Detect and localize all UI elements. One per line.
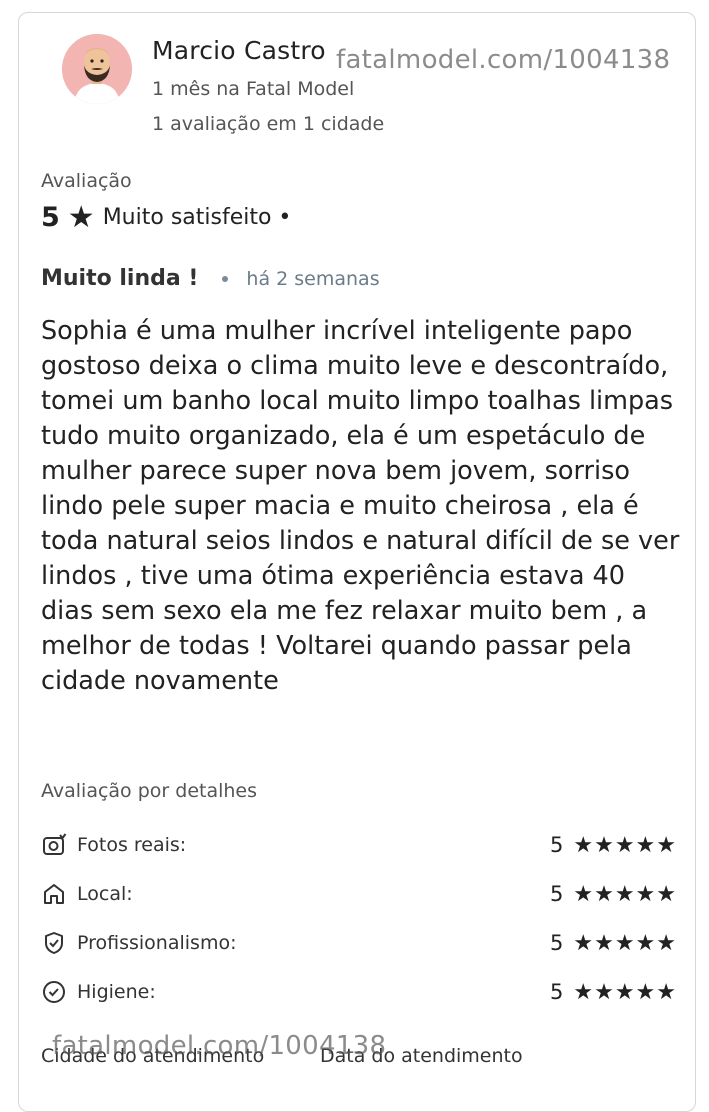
avatar[interactable] [62, 34, 132, 104]
detail-label: Higiene: [77, 981, 156, 1003]
overall-rating: 5 ★ Muito satisfeito • [41, 202, 291, 233]
reviewer-name[interactable]: Marcio Castro [152, 36, 326, 65]
star-icon: ★ [67, 199, 95, 235]
star-rating: ★★★★★ [573, 881, 677, 907]
detail-label: Local: [77, 883, 133, 905]
dot-separator [222, 275, 229, 282]
reviewer-summary: 1 avaliação em 1 cidade [152, 113, 385, 135]
review-time: há 2 semanas [246, 267, 380, 290]
review-body: Sophia é uma mulher incrível inteligente… [41, 316, 680, 696]
review-header: Muito linda ! há 2 semanas [41, 266, 380, 291]
satisfaction-text: Muito satisfeito • [102, 205, 292, 230]
detail-label: Fotos reais: [77, 834, 187, 856]
star-rating: ★★★★★ [573, 979, 677, 1005]
check-circle-icon [41, 979, 67, 1005]
camera-icon [41, 832, 67, 858]
detail-label: Profissionalismo: [77, 932, 237, 954]
rating-score: 5 [41, 202, 60, 233]
star-rating: ★★★★★ [573, 832, 677, 858]
detail-score: 5 [550, 931, 564, 955]
detail-row-higiene: Higiene: 5 ★★★★★ [41, 977, 677, 1007]
rating-label: Avaliação [41, 170, 132, 192]
detail-row-profissionalismo: Profissionalismo: 5 ★★★★★ [41, 928, 677, 958]
detail-row-local: Local: 5 ★★★★★ [41, 879, 677, 909]
date-label: Data do atendimento [320, 1045, 523, 1067]
detail-score: 5 [550, 980, 564, 1004]
detail-score: 5 [550, 882, 564, 906]
home-icon [41, 881, 67, 907]
review-title: Muito linda ! [41, 266, 199, 291]
detail-row-fotos: Fotos reais: 5 ★★★★★ [41, 830, 677, 860]
details-heading: Avaliação por detalhes [41, 780, 258, 802]
star-rating: ★★★★★ [573, 930, 677, 956]
reviewer-tenure: 1 mês na Fatal Model [152, 78, 355, 100]
detail-score: 5 [550, 833, 564, 857]
city-label: Cidade do atendimento [41, 1045, 265, 1067]
shield-check-icon [41, 930, 67, 956]
